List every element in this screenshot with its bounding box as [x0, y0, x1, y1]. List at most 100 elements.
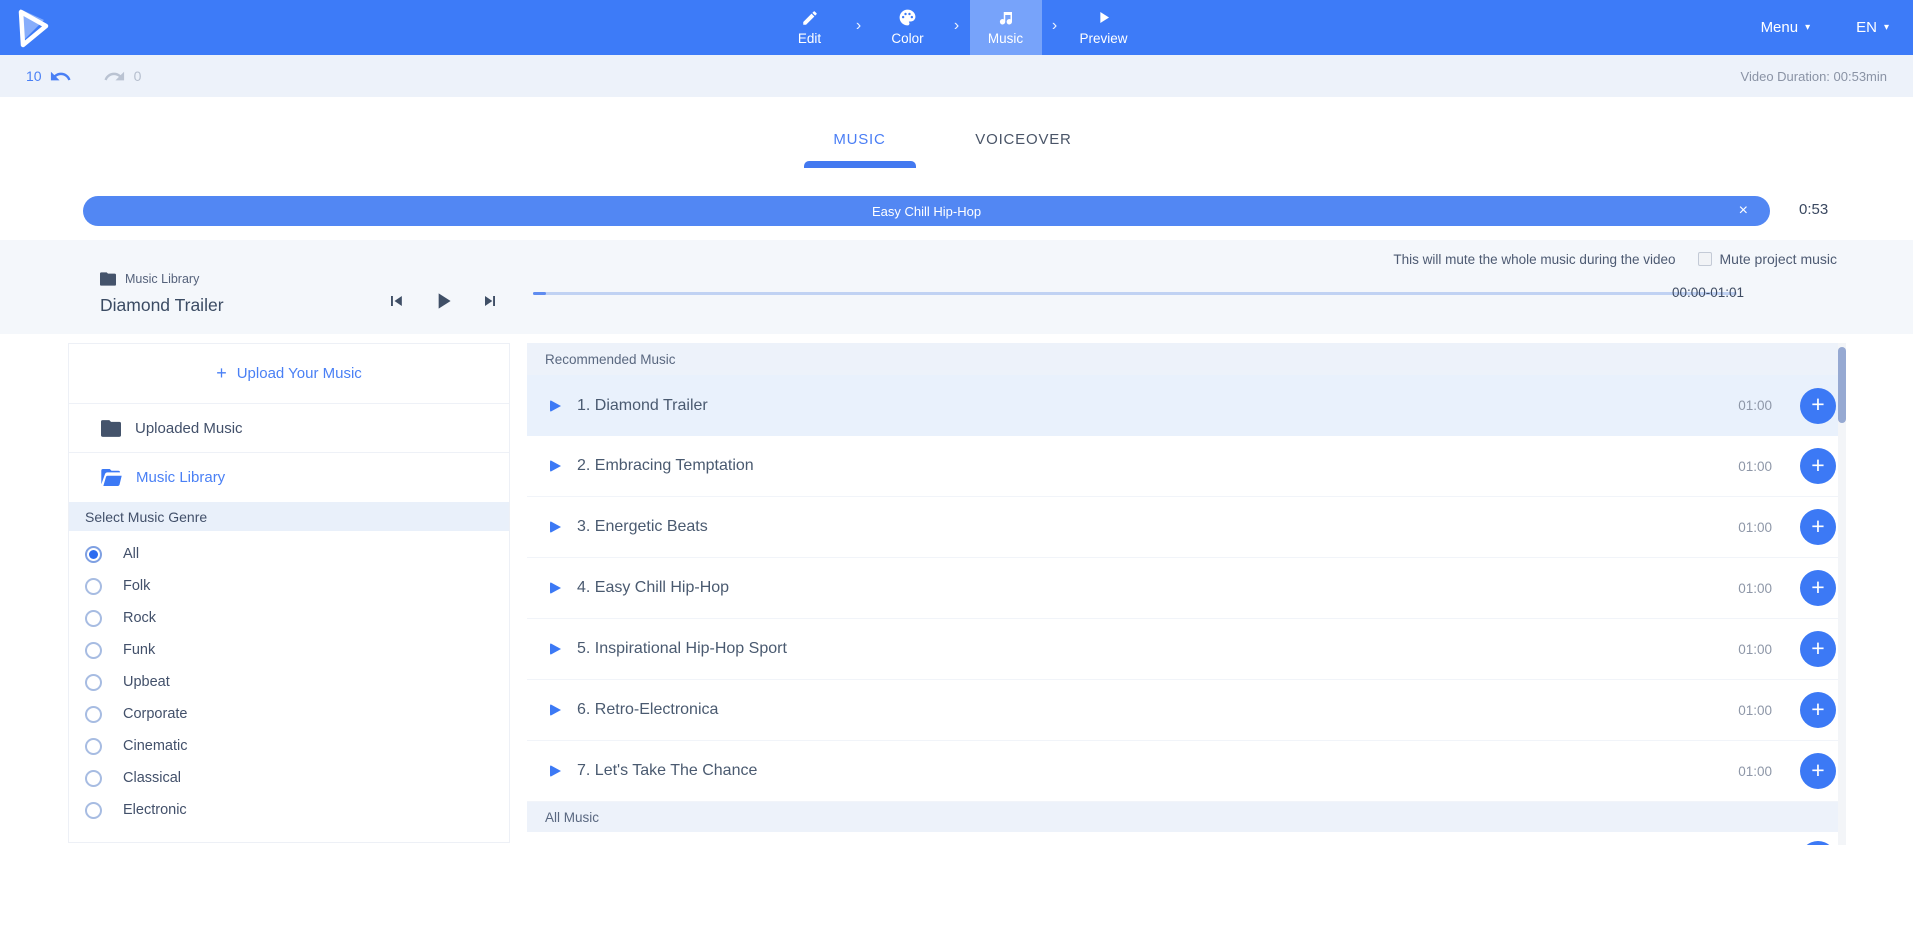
radio-button-icon[interactable]	[85, 802, 102, 819]
track-row[interactable]: 7. Let's Take The Chance 01:00 +	[527, 741, 1838, 802]
nav-label: Preview	[1079, 31, 1127, 46]
add-track-button[interactable]: +	[1800, 753, 1836, 789]
play-track-icon[interactable]	[550, 582, 561, 594]
tab-music[interactable]: MUSIC	[804, 97, 916, 168]
radio-button-icon[interactable]	[85, 610, 102, 627]
nav-label: Color	[891, 31, 923, 46]
language-dropdown[interactable]: EN ▾	[1856, 19, 1889, 36]
folder-item-music-library[interactable]: Music Library	[69, 453, 509, 502]
undo-count: 10	[26, 68, 42, 84]
skip-previous-button[interactable]	[386, 291, 406, 311]
player-controls	[386, 288, 500, 314]
nav-item-music[interactable]: Music	[970, 0, 1042, 55]
add-track-button[interactable]: +	[1800, 509, 1836, 545]
genre-label: Funk	[123, 642, 155, 658]
play-track-icon[interactable]	[550, 765, 561, 777]
scrollbar-track[interactable]	[1838, 343, 1846, 845]
track-row[interactable]: 2. Embracing Temptation 01:00 +	[527, 436, 1838, 497]
track-row[interactable]: 1. Diamond Trailer 01:00 +	[527, 375, 1838, 436]
selected-music-chip[interactable]: Easy Chill Hip-Hop ×	[83, 196, 1770, 226]
chevron-right-icon: ›	[944, 0, 970, 55]
upload-music-button[interactable]: + Upload Your Music	[69, 344, 509, 404]
genre-radio-option[interactable]: Corporate	[69, 698, 509, 730]
undo-button[interactable]	[49, 64, 73, 88]
genre-label: Classical	[123, 770, 181, 786]
genre-radio-option[interactable]: Electronic	[69, 794, 509, 826]
menu-dropdown[interactable]: Menu ▾	[1761, 19, 1811, 36]
genre-label: Cinematic	[123, 738, 187, 754]
play-track-icon[interactable]	[550, 521, 561, 533]
nav-item-color[interactable]: Color	[872, 0, 944, 55]
app-header: Edit › Color › Music › Previe	[0, 0, 1913, 55]
genre-list: All Folk Rock Funk Upbeat Corporate Cine…	[69, 531, 509, 826]
progress-bar[interactable]	[533, 292, 1737, 295]
nav-item-edit[interactable]: Edit	[774, 0, 846, 55]
music-library-sidebar: + Upload Your Music Uploaded Music Music…	[68, 343, 510, 843]
genre-radio-option[interactable]: Cinematic	[69, 730, 509, 762]
genre-radio-option[interactable]: Funk	[69, 634, 509, 666]
track-duration: 01:00	[1738, 398, 1772, 413]
video-duration-label: Video Duration: 00:53min	[1741, 69, 1887, 84]
track-row[interactable]: 6. Retro-Electronica 01:00 +	[527, 680, 1838, 741]
play-button[interactable]	[430, 288, 456, 314]
progress-handle[interactable]	[533, 292, 546, 295]
genre-label: Upbeat	[123, 674, 170, 690]
genre-label: Folk	[123, 578, 150, 594]
add-track-button[interactable]: +	[1800, 570, 1836, 606]
radio-button-icon[interactable]	[85, 642, 102, 659]
track-row[interactable]: 5. Inspirational Hip-Hop Sport 01:00 +	[527, 619, 1838, 680]
genre-radio-option[interactable]: Folk	[69, 570, 509, 602]
all-music-header: All Music	[527, 802, 1838, 832]
track-duration: 01:00	[1738, 459, 1772, 474]
genre-label: Rock	[123, 610, 156, 626]
play-track-icon[interactable]	[550, 704, 561, 716]
radio-button-icon[interactable]	[85, 738, 102, 755]
tab-voiceover-label: VOICEOVER	[975, 131, 1071, 148]
radio-button-icon[interactable]	[85, 546, 102, 563]
mute-checkbox[interactable]	[1698, 252, 1712, 266]
music-player: This will mute the whole music during th…	[0, 240, 1913, 334]
add-track-button[interactable]: +	[1800, 631, 1836, 667]
track-row[interactable]: 3. Energetic Beats 01:00 +	[527, 497, 1838, 558]
radio-button-icon[interactable]	[85, 578, 102, 595]
play-track-icon[interactable]	[550, 460, 561, 472]
folder-item-uploaded-music[interactable]: Uploaded Music	[69, 404, 509, 453]
genre-radio-option[interactable]: Upbeat	[69, 666, 509, 698]
track-row[interactable]: 4. Easy Chill Hip-Hop 01:00 +	[527, 558, 1838, 619]
nav-item-preview[interactable]: Preview	[1068, 0, 1140, 55]
menu-label: Menu	[1761, 19, 1799, 36]
genre-radio-option[interactable]: Classical	[69, 762, 509, 794]
play-track-icon[interactable]	[550, 643, 561, 655]
header-right: Menu ▾ EN ▾	[1761, 0, 1889, 55]
tab-voiceover[interactable]: VOICEOVER	[958, 97, 1090, 168]
scrollbar-thumb[interactable]	[1838, 347, 1846, 423]
skip-next-button[interactable]	[480, 291, 500, 311]
genre-radio-option[interactable]: Rock	[69, 602, 509, 634]
track-title: 7. Let's Take The Chance	[577, 762, 757, 780]
add-track-button[interactable]: +	[1800, 448, 1836, 484]
play-logo-icon[interactable]	[13, 6, 55, 50]
add-track-button[interactable]: +	[1800, 841, 1836, 845]
radio-button-icon[interactable]	[85, 674, 102, 691]
track-title: 3. Energetic Beats	[577, 518, 708, 536]
selected-music-duration: 0:53	[1799, 201, 1828, 218]
radio-button-icon[interactable]	[85, 706, 102, 723]
track-title: 2. Embracing Temptation	[577, 457, 754, 475]
track-duration: 01:00	[1738, 642, 1772, 657]
redo-button[interactable]	[103, 64, 127, 88]
redo-count: 0	[134, 68, 142, 84]
add-track-button[interactable]: +	[1800, 692, 1836, 728]
chevron-right-icon: ›	[1042, 0, 1068, 55]
genre-radio-option[interactable]: All	[69, 538, 509, 570]
genre-label: Electronic	[123, 802, 187, 818]
add-track-button[interactable]: +	[1800, 388, 1836, 424]
play-track-icon[interactable]	[550, 400, 561, 412]
recommended-music-header: Recommended Music	[527, 343, 1838, 375]
tab-music-label: MUSIC	[833, 131, 885, 148]
radio-button-icon[interactable]	[85, 770, 102, 787]
remove-music-button[interactable]: ×	[1739, 196, 1748, 226]
folder-open-icon	[101, 469, 122, 486]
track-duration: 01:00	[1738, 703, 1772, 718]
mute-label: Mute project music	[1720, 251, 1837, 267]
audio-tabs: MUSIC VOICEOVER	[0, 97, 1903, 168]
